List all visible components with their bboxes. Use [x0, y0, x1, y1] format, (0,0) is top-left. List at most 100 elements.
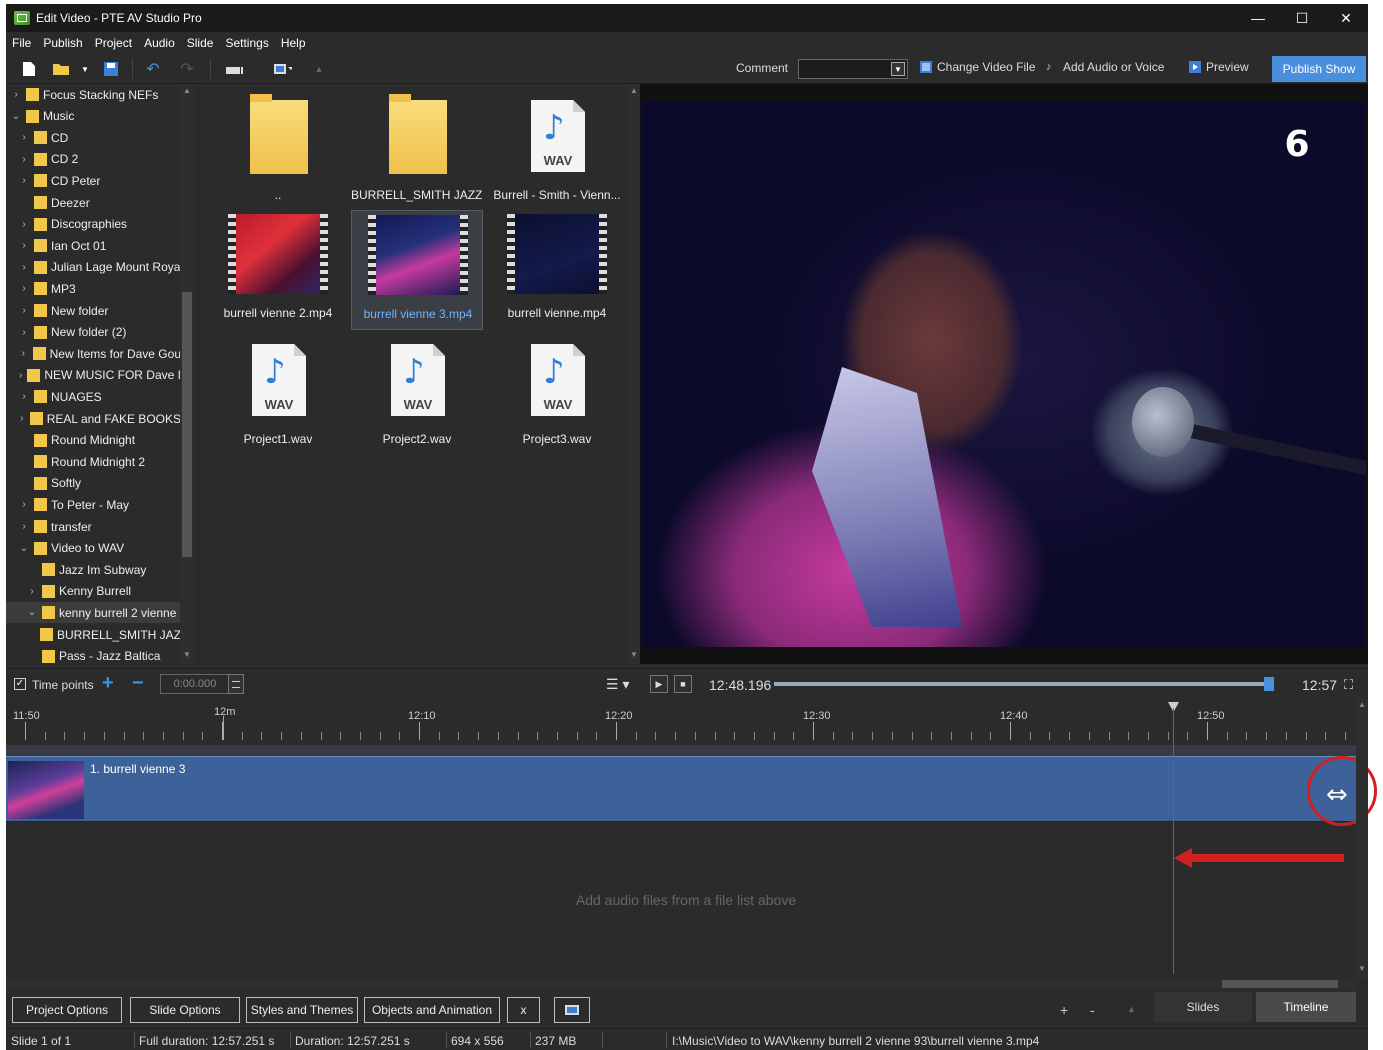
tree-item[interactable]: › New folder (2)	[6, 322, 181, 343]
tree-item[interactable]: › MP3	[6, 278, 181, 299]
publish-show-button[interactable]: Publish Show	[1272, 56, 1366, 82]
tree-item[interactable]: › NEW MUSIC FOR Dave I	[6, 365, 181, 386]
scroll-up-icon[interactable]: ▲	[1356, 700, 1368, 712]
video-clip-track[interactable]: 1. burrell vienne 3	[6, 756, 1356, 822]
add-timepoint-icon[interactable]: +	[102, 672, 114, 695]
chevron-right-icon[interactable]: ›	[18, 305, 30, 316]
time-input[interactable]: 0:00.000	[160, 674, 230, 694]
tree-item[interactable]: › Ian Oct 01	[6, 235, 181, 256]
tree-item[interactable]: Jazz Im Subway	[6, 559, 181, 580]
tab-slides[interactable]: Slides	[1154, 992, 1252, 1022]
tree-item[interactable]: Softly	[6, 473, 181, 494]
file-item[interactable]: ♪ WAV Burrell - Smith - Vienn...	[491, 88, 623, 208]
tree-item[interactable]: Round Midnight	[6, 430, 181, 451]
menu-publish[interactable]: Publish	[37, 36, 88, 50]
chevron-right-icon[interactable]: ›	[26, 586, 38, 597]
seek-handle[interactable]	[1264, 677, 1274, 691]
chevron-down-icon[interactable]: ⌄	[10, 111, 22, 122]
scroll-up-icon[interactable]: ▲	[628, 86, 640, 98]
triangle-up-icon[interactable]: ▲	[1127, 1004, 1136, 1014]
view-mode-icon[interactable]	[274, 60, 292, 78]
tree-item[interactable]: › Kenny Burrell	[6, 581, 181, 602]
tree-item[interactable]: Deezer	[6, 192, 181, 213]
chevron-right-icon[interactable]: ›	[18, 175, 30, 186]
timeline-scroll-thumb[interactable]	[1222, 980, 1338, 988]
tree-item[interactable]: › CD 2	[6, 149, 181, 170]
menu-slide[interactable]: Slide	[181, 36, 220, 50]
scroll-down-icon[interactable]: ▼	[628, 650, 640, 662]
maximize-button[interactable]: ☐	[1280, 4, 1324, 32]
tree-item[interactable]: › Focus Stacking NEFs	[6, 84, 181, 105]
menu-audio[interactable]: Audio	[138, 36, 181, 50]
print-icon[interactable]	[226, 60, 244, 78]
tree-item[interactable]: Round Midnight 2	[6, 451, 181, 472]
undo-icon[interactable]: ↶	[144, 60, 162, 78]
fullscreen-icon[interactable]: ⛶	[1344, 677, 1353, 693]
chevron-right-icon[interactable]: ›	[18, 262, 30, 273]
chevron-right-icon[interactable]: ›	[18, 154, 30, 165]
menu-project[interactable]: Project	[89, 36, 138, 50]
tree-item[interactable]: › REAL and FAKE BOOKS	[6, 408, 181, 429]
file-item[interactable]: BURRELL_SMITH JAZZ ...	[351, 88, 483, 208]
time-spinner[interactable]	[228, 674, 244, 694]
chevron-down-icon[interactable]: ⌄	[26, 607, 38, 618]
play-button[interactable]: ▶	[650, 675, 668, 693]
tree-item[interactable]: › Discographies	[6, 214, 181, 235]
menu-file[interactable]: File	[6, 36, 37, 50]
file-item[interactable]: ♪ WAV Project3.wav	[491, 332, 623, 452]
stop-button[interactable]: ■	[674, 675, 692, 693]
chevron-right-icon[interactable]: ›	[18, 219, 30, 230]
tree-item[interactable]: › CD	[6, 127, 181, 148]
x-button[interactable]: x	[507, 997, 540, 1023]
tree-item[interactable]: › New folder	[6, 300, 181, 321]
chevron-right-icon[interactable]: ›	[18, 499, 30, 510]
triangle-up-icon[interactable]: ▲	[310, 60, 328, 78]
zoom-in-button[interactable]: +	[1060, 1002, 1068, 1018]
chevron-right-icon[interactable]: ›	[18, 240, 30, 251]
tree-item[interactable]: › To Peter - May	[6, 494, 181, 515]
redo-icon[interactable]: ↷	[178, 60, 196, 78]
chevron-right-icon[interactable]: ›	[18, 283, 30, 294]
file-item[interactable]: ♪ WAV Project2.wav	[351, 332, 483, 452]
tree-scrollbar[interactable]: ▲ ▼	[180, 84, 194, 664]
menu-settings[interactable]: Settings	[219, 36, 274, 50]
chevron-right-icon[interactable]: ›	[18, 370, 23, 381]
save-icon[interactable]	[102, 60, 120, 78]
tree-item[interactable]: › CD Peter	[6, 170, 181, 191]
comment-field[interactable]: ▼	[798, 59, 908, 79]
tree-scroll-thumb[interactable]	[182, 292, 192, 557]
zoom-out-button[interactable]: -	[1090, 1002, 1095, 1018]
time-ruler[interactable]: 11:50 12m 12:10 12:20 12:30 12:40 12:50	[6, 698, 1356, 746]
add-audio-button[interactable]: ♪ Add Audio or Voice	[1046, 60, 1164, 74]
tree-item[interactable]: › Julian Lage Mount Roya	[6, 257, 181, 278]
file-item[interactable]: burrell vienne.mp4	[491, 210, 623, 330]
preview-button[interactable]: Preview	[1189, 60, 1249, 74]
seek-slider[interactable]	[774, 677, 1274, 691]
time-points-checkbox[interactable]: ✓	[14, 678, 26, 690]
change-video-button[interactable]: Change Video File	[920, 60, 1036, 74]
tree-item[interactable]: › transfer	[6, 516, 181, 537]
tab-timeline[interactable]: Timeline	[1256, 992, 1356, 1022]
tree-item[interactable]: BURRELL_SMITH JAZ	[6, 624, 181, 645]
tree-item[interactable]: Pass - Jazz Baltica	[6, 646, 181, 664]
chevron-right-icon[interactable]: ›	[18, 413, 26, 424]
files-scrollbar[interactable]: ▲ ▼	[628, 84, 640, 664]
remove-timepoint-icon[interactable]: −	[132, 672, 144, 695]
timeline-vscrollbar[interactable]: ▲ ▼	[1356, 698, 1368, 978]
scroll-down-icon[interactable]: ▼	[1356, 964, 1368, 976]
monitor-button[interactable]	[554, 997, 590, 1023]
audio-track-area[interactable]: Add audio files from a file list above	[6, 822, 1356, 972]
tree-item[interactable]: › NUAGES	[6, 386, 181, 407]
timeline-hscrollbar[interactable]	[6, 978, 1356, 990]
styles-themes-button[interactable]: Styles and Themes	[246, 997, 358, 1023]
file-item[interactable]: ♪ WAV Project1.wav	[212, 332, 344, 452]
file-item[interactable]: burrell vienne 3.mp4	[351, 210, 483, 330]
video-preview[interactable]: 6	[640, 84, 1368, 664]
chevron-right-icon[interactable]: ›	[18, 348, 29, 359]
chevron-right-icon[interactable]: ›	[18, 132, 30, 143]
tree-item[interactable]: ⌄ Music	[6, 106, 181, 127]
chevron-right-icon[interactable]: ›	[18, 327, 30, 338]
timeline[interactable]: 11:50 12m 12:10 12:20 12:30 12:40 12:50 1. bur…	[6, 698, 1377, 992]
objects-animation-button[interactable]: Objects and Animation	[364, 997, 500, 1023]
chevron-right-icon[interactable]: ›	[10, 89, 22, 100]
